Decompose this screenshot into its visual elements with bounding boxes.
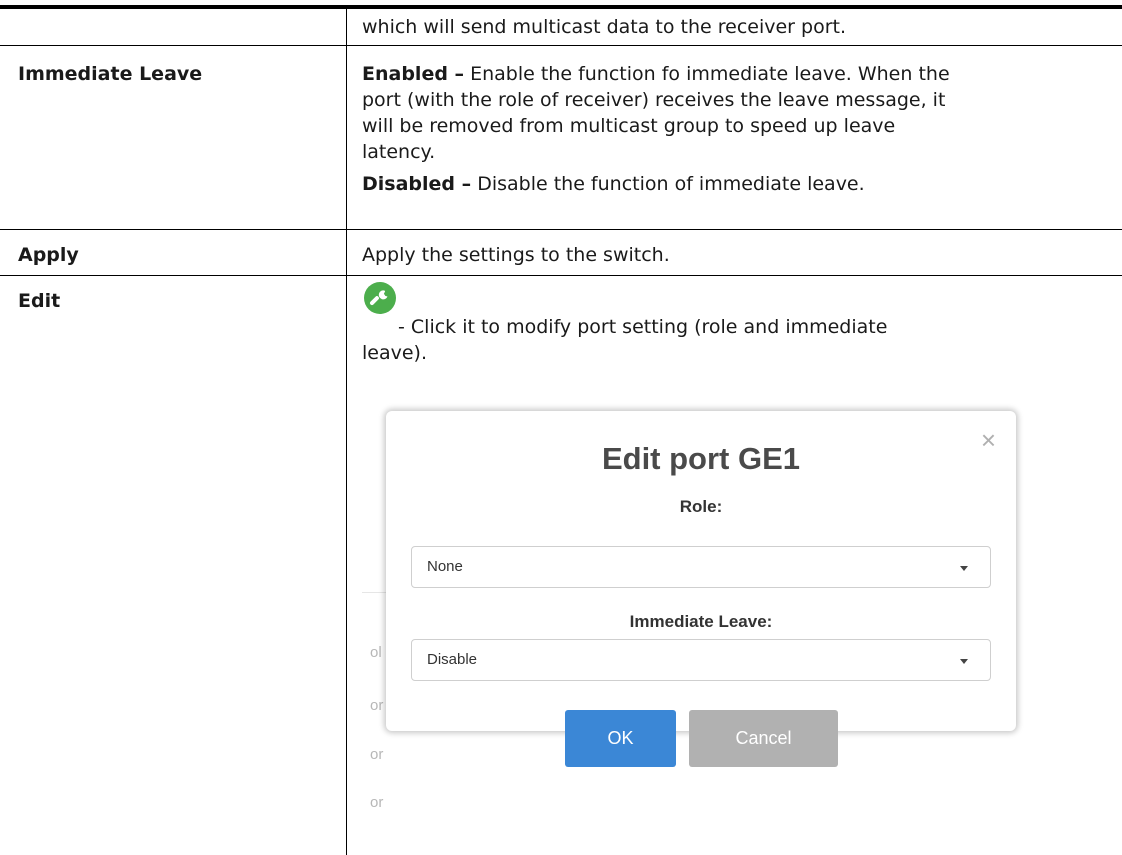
enabled-text-line: will be removed from multicast group to …	[362, 115, 896, 137]
background-stub: or	[370, 697, 384, 714]
background-stub: ol	[370, 644, 382, 661]
chevron-down-icon	[960, 566, 968, 571]
chevron-down-icon	[960, 659, 968, 664]
disabled-text: Disable the function of immediate leave.	[477, 173, 865, 195]
wrench-glyph	[369, 290, 388, 306]
dialog-title: Edit port GE1	[601, 441, 801, 476]
wrench-icon	[364, 282, 396, 314]
edit-description-line: - Click it to modify port setting (role …	[398, 316, 888, 338]
apply-description: Apply the settings to the switch.	[362, 244, 670, 266]
enabled-text-line: port (with the role of receiver) receive…	[362, 89, 946, 111]
row-label-apply: Apply	[18, 244, 79, 266]
row-label-immediate-leave: Immediate Leave	[18, 63, 203, 85]
row-divider	[0, 229, 1122, 230]
enabled-term: Enabled –	[362, 63, 465, 85]
immediate-leave-description: Enabled – Enable the function fo immedia…	[362, 61, 1102, 197]
row-divider	[0, 275, 1122, 276]
edit-description: - Click it to modify port setting (role …	[362, 314, 1102, 366]
edit-port-dialog: × Edit port GE1 Role: None Immediate Lea…	[386, 411, 1016, 731]
role-select-value: None	[427, 558, 463, 575]
role-select[interactable]: None	[411, 546, 991, 588]
column-divider	[346, 9, 347, 855]
enabled-text-line: latency.	[362, 141, 436, 163]
edit-description-line: leave).	[362, 342, 427, 364]
cancel-button[interactable]: Cancel	[689, 710, 838, 767]
immediate-leave-select-value: Disable	[427, 651, 478, 668]
disabled-term: Disabled –	[362, 173, 472, 195]
enabled-text: Enable the function fo immediate leave. …	[470, 63, 950, 85]
immediate-leave-select[interactable]: Disable	[411, 639, 991, 681]
row-label-edit: Edit	[18, 290, 61, 312]
background-stub: or	[370, 746, 384, 763]
table-top-border	[0, 5, 1122, 9]
continued-description: which will send multicast data to the re…	[362, 16, 847, 38]
background-stub: or	[370, 794, 384, 811]
row-divider	[0, 45, 1122, 46]
ok-button[interactable]: OK	[565, 710, 676, 767]
role-label: Role:	[679, 497, 723, 516]
immediate-leave-label: Immediate Leave:	[629, 612, 773, 631]
